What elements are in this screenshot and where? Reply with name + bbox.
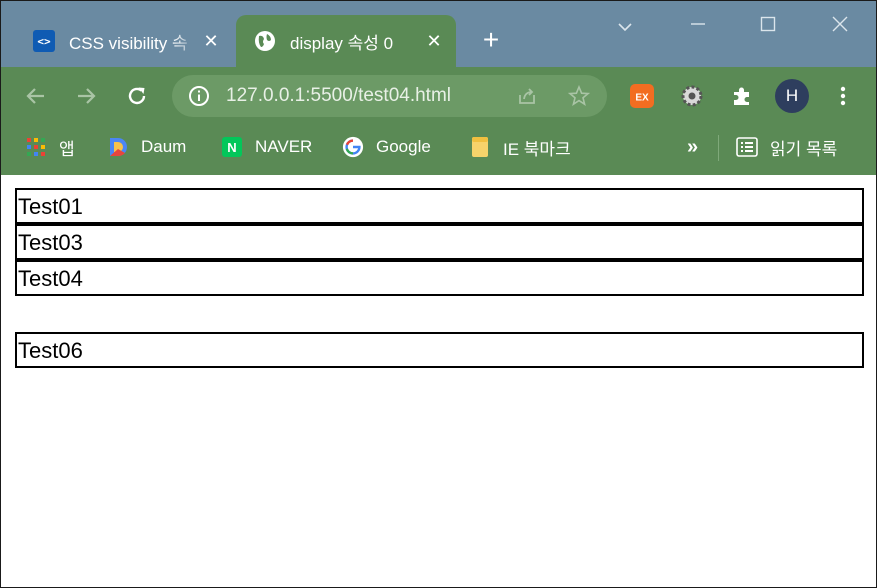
star-icon[interactable] <box>567 84 591 112</box>
bookmark-ie-folder[interactable]: IE 북마크 <box>469 133 571 161</box>
daum-icon <box>107 136 129 158</box>
more-menu-icon[interactable] <box>828 81 858 111</box>
tab-title: display 속성 0 <box>290 33 394 53</box>
reading-list-icon <box>736 136 758 158</box>
url-text: 127.0.0.1:5500/test04.html <box>226 85 451 106</box>
share-icon[interactable] <box>516 85 538 112</box>
more-bookmarks-button[interactable]: » <box>687 133 698 161</box>
extensions-puzzle-icon[interactable] <box>727 81 757 111</box>
bookmark-label: 앱 <box>59 139 75 159</box>
toolbar: 127.0.0.1:5500/test04.html EX H <box>1 67 876 125</box>
close-window-button[interactable] <box>825 11 855 41</box>
tab-search-chevron-icon[interactable] <box>610 11 640 41</box>
tab-css-visibility[interactable]: <> CSS visibility 속 ✕ <box>21 15 233 67</box>
bookmark-label: Google <box>376 137 431 156</box>
maximize-button[interactable] <box>753 11 783 41</box>
test-box: Test06 <box>15 332 864 368</box>
extension-ex-icon[interactable]: EX <box>627 81 657 111</box>
settings-gear-icon[interactable] <box>677 81 707 111</box>
profile-avatar[interactable]: H <box>775 79 809 113</box>
bookmark-label: IE 북마크 <box>503 139 571 159</box>
apps-grid-icon <box>25 136 47 158</box>
reload-button[interactable] <box>120 79 154 113</box>
info-icon[interactable] <box>188 85 210 112</box>
address-bar[interactable]: 127.0.0.1:5500/test04.html <box>172 75 607 117</box>
svg-text:N: N <box>227 140 236 155</box>
close-icon[interactable]: ✕ <box>422 29 446 53</box>
close-icon[interactable]: ✕ <box>199 29 223 53</box>
bookmark-apps[interactable]: 앱 <box>25 133 75 161</box>
bookmark-google[interactable]: Google <box>342 133 431 161</box>
bookmark-naver[interactable]: N NAVER <box>221 133 312 161</box>
new-tab-button[interactable]: + <box>477 26 505 55</box>
bookmark-daum[interactable]: Daum <box>107 133 186 161</box>
test-box: Test04 <box>15 260 864 296</box>
bookmarks-bar: 앱 Daum N NAVER Google IE 북마크 » 읽기 목록 <box>1 125 876 175</box>
tab-title: CSS visibility 속 <box>69 33 188 53</box>
naver-icon: N <box>221 136 243 158</box>
svg-text:EX: EX <box>635 93 649 104</box>
browser-window: <> CSS visibility 속 ✕ display 속성 0 ✕ + 1… <box>0 0 877 588</box>
google-icon <box>342 136 364 158</box>
test-box: Test01 <box>15 188 864 224</box>
vscode-favicon-icon: <> <box>33 30 55 52</box>
minimize-button[interactable] <box>683 11 713 41</box>
back-button[interactable] <box>19 79 53 113</box>
tab-strip: <> CSS visibility 속 ✕ display 속성 0 ✕ + <box>1 1 876 67</box>
page-content: Test01 Test03 Test04 Test06 <box>1 175 876 587</box>
bookmarks-divider <box>718 135 719 161</box>
reading-list-label: 읽기 목록 <box>770 139 838 159</box>
bookmark-label: NAVER <box>255 137 313 156</box>
globe-icon <box>254 30 276 52</box>
tab-display[interactable]: display 속성 0 ✕ <box>236 15 456 67</box>
test-box: Test03 <box>15 224 864 260</box>
bookmark-label: Daum <box>141 137 187 156</box>
folder-icon <box>469 136 491 158</box>
forward-button[interactable] <box>69 79 103 113</box>
reading-list-button[interactable]: 읽기 목록 <box>736 133 837 161</box>
